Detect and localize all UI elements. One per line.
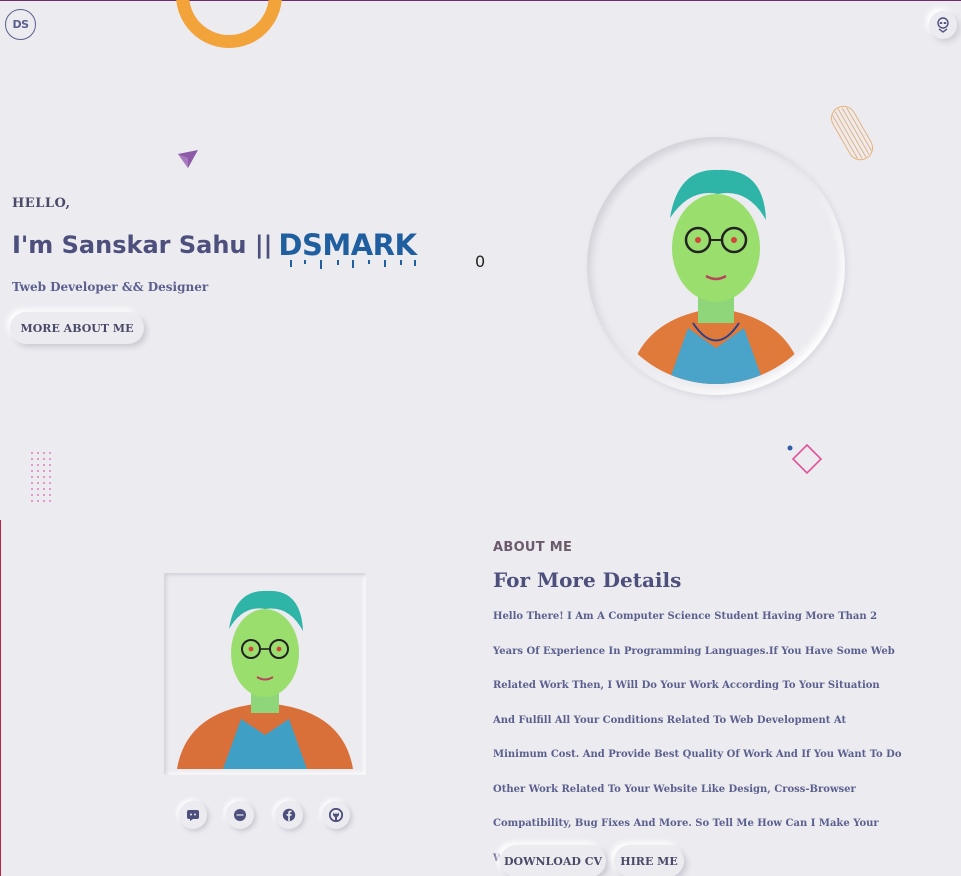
discord-icon[interactable] xyxy=(179,801,207,829)
facebook-icon[interactable] xyxy=(275,801,303,829)
download-cv-button[interactable]: DOWNLOAD CV xyxy=(500,845,606,876)
hire-me-button[interactable]: HIRE ME xyxy=(614,845,684,876)
portrait-image xyxy=(598,148,834,384)
messenger-icon[interactable] xyxy=(226,801,254,829)
paper-plane-icon xyxy=(178,150,198,168)
brand-name: DSMARK xyxy=(278,228,417,269)
hero-avatar xyxy=(598,148,834,384)
github-icon[interactable] xyxy=(322,801,350,829)
name-prefix: I'm Sanskar Sahu || xyxy=(12,231,273,259)
more-about-me-button[interactable]: MORE ABOUT ME xyxy=(10,312,144,344)
about-photo xyxy=(173,579,357,769)
about-heading: For More Details xyxy=(493,568,682,592)
hero-name: I'm Sanskar Sahu || DSMARK xyxy=(12,228,417,269)
drip-decoration xyxy=(290,260,417,269)
decorative-stripes xyxy=(831,105,873,161)
counter: 0 xyxy=(475,252,486,271)
hero-subtitle: Tweb Developer && Designer xyxy=(12,280,209,294)
hero-avatar-frame xyxy=(587,137,845,395)
brand-text: DSMARK xyxy=(278,228,417,262)
top-border xyxy=(0,0,961,1)
about-label: ABOUT ME xyxy=(493,540,573,555)
left-border xyxy=(0,520,1,876)
logo-badge[interactable]: DS xyxy=(5,9,36,40)
alien-icon[interactable] xyxy=(929,11,957,39)
dot-grid-decoration xyxy=(31,452,51,502)
about-description: Hello There! I Am A Computer Science Stu… xyxy=(493,611,902,864)
decorative-ring xyxy=(176,0,282,48)
greeting: HELLO, xyxy=(12,196,71,211)
about-photo-frame xyxy=(164,573,366,775)
about-portrait-image xyxy=(173,579,357,769)
diamond-decoration xyxy=(787,443,823,475)
